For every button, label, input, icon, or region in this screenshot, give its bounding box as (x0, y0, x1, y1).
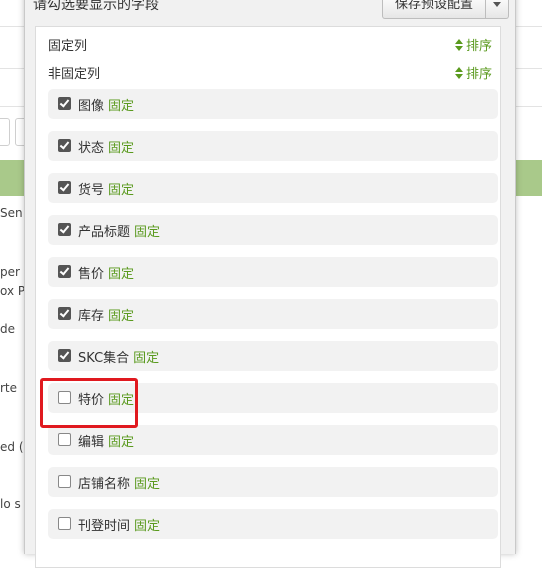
sort-label: 排序 (465, 39, 492, 54)
pin-link[interactable]: 固定 (134, 519, 160, 534)
unfixed-sort-link[interactable]: 排序 (454, 63, 492, 82)
modal-title: 请勾选要显示的字段 (33, 0, 159, 13)
field-name-text: 刊登时间 (78, 519, 131, 534)
field-name-text: SKC集合 (78, 351, 130, 366)
field-item[interactable]: 状态 固定 (48, 131, 498, 161)
pin-link[interactable]: 固定 (133, 351, 159, 366)
bg-text: de (0, 322, 15, 336)
field-checkbox[interactable] (58, 139, 71, 152)
field-name: 库存 固定 (78, 305, 134, 324)
field-item[interactable]: 库存 固定 (48, 299, 498, 329)
highlight-box (40, 378, 138, 428)
group-unfixed-label: 非固定列 (48, 67, 101, 82)
pin-link[interactable]: 固定 (108, 435, 134, 450)
field-item[interactable]: 刊登时间 固定 (48, 509, 498, 539)
preset-dropdown-toggle[interactable] (486, 0, 509, 19)
field-checkbox[interactable] (58, 181, 71, 194)
field-checkbox[interactable] (58, 517, 71, 530)
field-name: 刊登时间 固定 (78, 515, 160, 534)
field-name-text: 货号 (78, 183, 105, 198)
pin-link[interactable]: 固定 (108, 183, 134, 198)
field-name-text: 库存 (78, 309, 105, 324)
field-checkbox[interactable] (58, 97, 71, 110)
field-item[interactable]: 产品标题 固定 (48, 215, 498, 245)
field-item[interactable]: 货号 固定 (48, 173, 498, 203)
pin-link[interactable]: 固定 (134, 477, 160, 492)
sort-icon (454, 38, 463, 51)
preset-button-group: 保存预设配置 (381, 0, 509, 19)
save-preset-button[interactable]: 保存预设配置 (381, 0, 486, 19)
pin-link[interactable]: 固定 (108, 99, 134, 114)
field-checkbox[interactable] (58, 265, 71, 278)
sort-icon (454, 66, 463, 79)
field-item[interactable]: 图像 固定 (48, 89, 498, 119)
group-unfixed: 非固定列 排序 (48, 63, 492, 83)
field-name: 编辑 固定 (78, 431, 134, 450)
pin-link[interactable]: 固定 (108, 309, 134, 324)
field-name-text: 店铺名称 (78, 477, 131, 492)
field-name: 图像 固定 (78, 95, 134, 114)
field-name: 店铺名称 固定 (78, 473, 160, 492)
bg-button[interactable] (0, 118, 10, 146)
bg-text: rte (0, 381, 18, 395)
field-name: 货号 固定 (78, 179, 134, 198)
field-item[interactable]: SKC集合 固定 (48, 341, 498, 371)
field-checkbox[interactable] (58, 307, 71, 320)
field-selector-modal: 请勾选要显示的字段 保存预设配置 固定列 排序 非固定列 排序 图像 固定 状态 固定… (24, 0, 516, 568)
field-checkbox[interactable] (58, 475, 71, 488)
field-checkbox[interactable] (58, 349, 71, 362)
field-name-text: 状态 (78, 141, 105, 156)
field-name: 产品标题 固定 (78, 221, 160, 240)
field-name-text: 产品标题 (78, 225, 131, 240)
pin-link[interactable]: 固定 (134, 225, 160, 240)
field-name: SKC集合 固定 (78, 347, 159, 366)
field-name: 状态 固定 (78, 137, 134, 156)
field-item[interactable]: 售价 固定 (48, 257, 498, 287)
pin-link[interactable]: 固定 (108, 141, 134, 156)
field-item[interactable]: 编辑 固定 (48, 425, 498, 455)
bg-text: lo s (0, 497, 21, 511)
bg-text: ed ( (0, 440, 24, 454)
field-checkbox[interactable] (58, 433, 71, 446)
field-name-text: 编辑 (78, 435, 105, 450)
field-list-panel: 固定列 排序 非固定列 排序 图像 固定 状态 固定 货号 固定 产品标题 固定 售价 固定 库存固… (35, 26, 501, 568)
bg-text: Sen (0, 206, 23, 220)
sort-label: 排序 (465, 67, 492, 82)
bg-text: per (0, 265, 20, 279)
group-fixed-label: 固定列 (48, 39, 88, 54)
bg-text: ox P (0, 284, 26, 298)
field-item[interactable]: 店铺名称 固定 (48, 467, 498, 497)
field-name: 售价 固定 (78, 263, 134, 282)
field-checkbox[interactable] (58, 223, 71, 236)
pin-link[interactable]: 固定 (108, 267, 134, 282)
fixed-sort-link[interactable]: 排序 (454, 35, 492, 54)
group-fixed: 固定列 排序 (48, 35, 492, 55)
field-name-text: 售价 (78, 267, 105, 282)
field-name-text: 图像 (78, 99, 105, 114)
